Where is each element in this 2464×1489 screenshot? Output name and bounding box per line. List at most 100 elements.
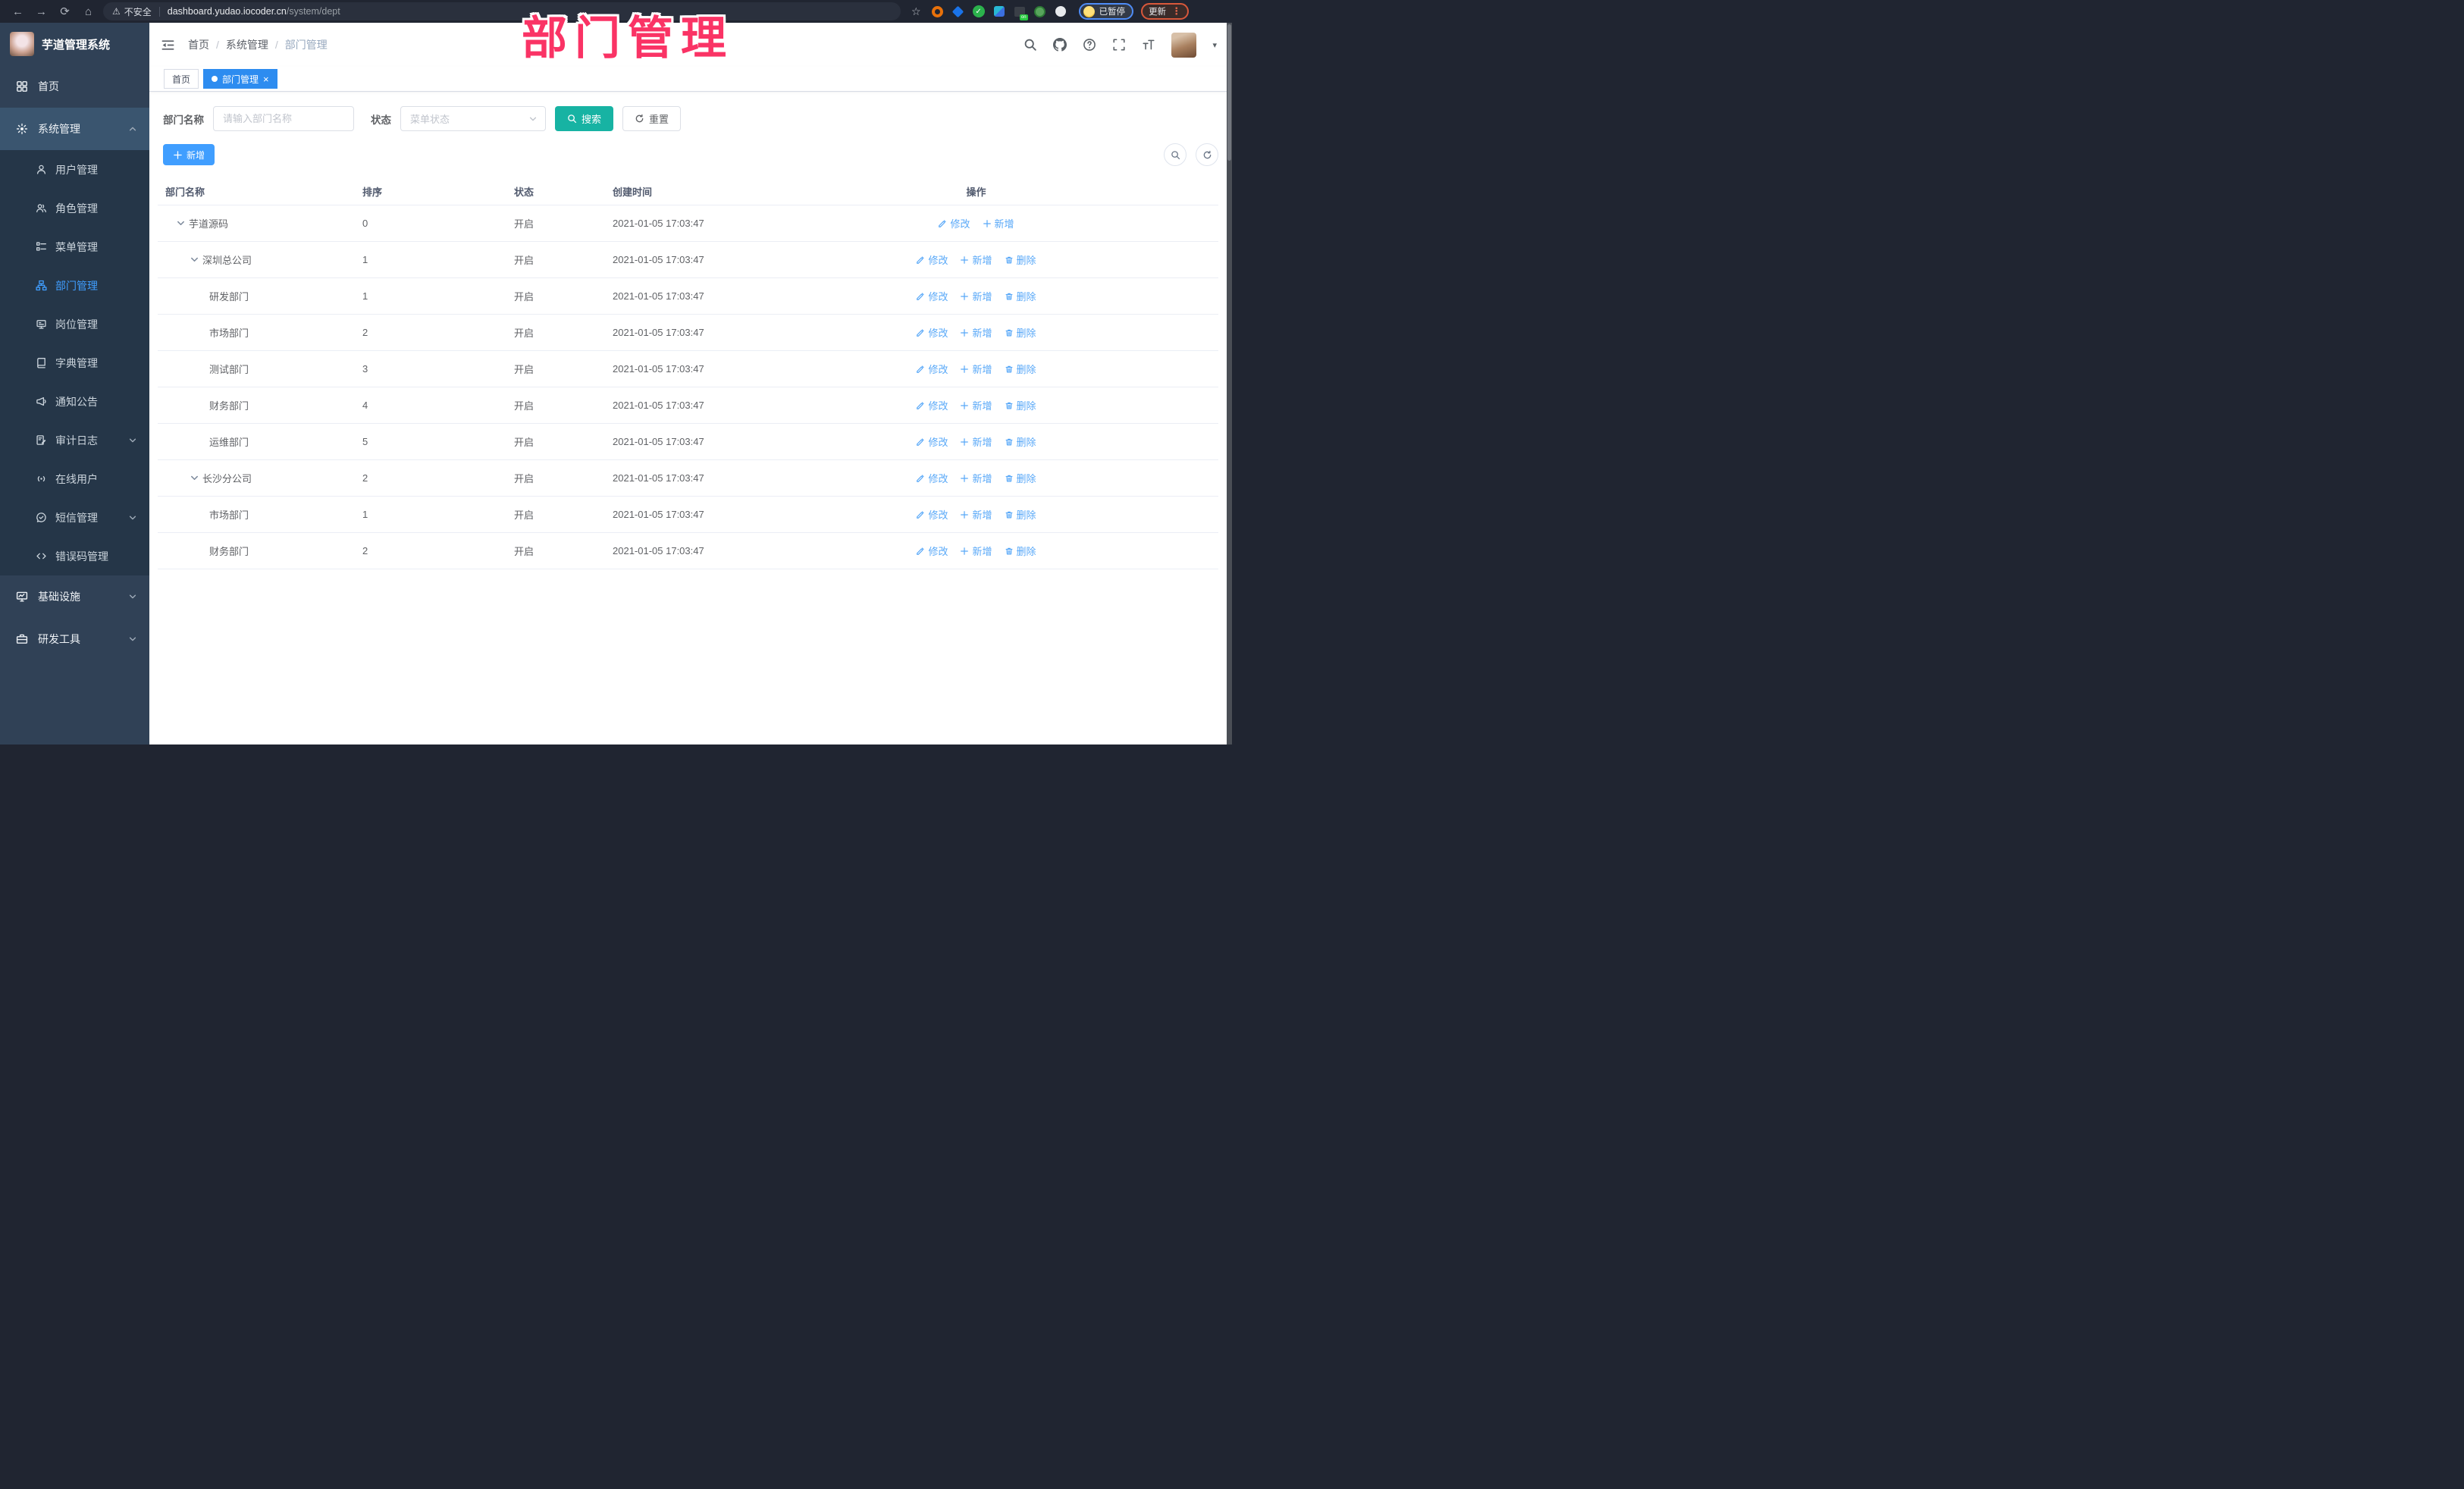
extension-icon[interactable]: [932, 5, 944, 17]
expand-chevron-icon[interactable]: [190, 255, 199, 265]
address-bar[interactable]: ⚠ 不安全 dashboard.yudao.iocoder.cn /system…: [103, 2, 901, 20]
fullscreen-icon[interactable]: [1112, 38, 1126, 52]
add-child-link[interactable]: 新增: [960, 252, 992, 267]
sidebar-item-dict[interactable]: 字典管理: [0, 343, 149, 382]
delete-link[interactable]: 删除: [1005, 252, 1036, 267]
chevron-down-icon: [528, 114, 538, 124]
search-icon[interactable]: [1024, 38, 1037, 52]
font-size-icon[interactable]: [1142, 38, 1155, 52]
delete-link[interactable]: 删除: [1005, 471, 1036, 485]
browser-profile[interactable]: 已暂停: [1078, 3, 1134, 20]
github-icon[interactable]: [1053, 38, 1067, 52]
edit-link[interactable]: 修改: [916, 289, 948, 303]
sidebar-item-roles[interactable]: 角色管理: [0, 189, 149, 227]
delete-link[interactable]: 删除: [1005, 434, 1036, 449]
delete-link[interactable]: 删除: [1005, 289, 1036, 303]
sidebar-item-error-codes[interactable]: 错误码管理: [0, 537, 149, 575]
caret-down-icon[interactable]: ▾: [1212, 40, 1217, 50]
edit-link[interactable]: 修改: [916, 471, 948, 485]
delete-link[interactable]: 删除: [1005, 507, 1036, 522]
sidebar-item-notice[interactable]: 通知公告: [0, 382, 149, 421]
breadcrumb-home[interactable]: 首页: [188, 37, 209, 52]
sidebar-item-home[interactable]: 首页: [0, 65, 149, 108]
reset-button[interactable]: 重置: [622, 106, 682, 131]
sidebar-item-system[interactable]: 系统管理: [0, 108, 149, 150]
home-icon[interactable]: ⌂: [77, 5, 100, 18]
forward-icon[interactable]: →: [30, 5, 53, 18]
menu-tree-icon: [36, 241, 47, 252]
sidebar-item-sms[interactable]: 短信管理: [0, 498, 149, 537]
page-content: 部门名称 状态 菜单状态 搜索 重置 新增: [149, 106, 1232, 569]
add-child-link[interactable]: 新增: [960, 362, 992, 376]
delete-link[interactable]: 删除: [1005, 398, 1036, 412]
back-icon[interactable]: ←: [6, 5, 30, 18]
user-avatar[interactable]: [1171, 32, 1197, 58]
add-child-link[interactable]: 新增: [983, 216, 1014, 230]
sidebar-item-online-users[interactable]: 在线用户: [0, 459, 149, 498]
help-icon[interactable]: [1083, 38, 1096, 52]
extension-icon[interactable]: ✓: [972, 5, 985, 17]
extension-icon[interactable]: on: [1014, 5, 1028, 20]
extension-icon[interactable]: [951, 5, 964, 17]
breadcrumb: 首页 / 系统管理 / 部门管理: [188, 37, 328, 52]
delete-link[interactable]: 删除: [1005, 362, 1036, 376]
dept-order: 5: [362, 436, 368, 447]
extension-icon[interactable]: [1055, 5, 1067, 17]
security-label[interactable]: 不安全: [124, 5, 152, 18]
window-scrollbar[interactable]: [1227, 23, 1232, 744]
edit-link[interactable]: 修改: [916, 434, 948, 449]
sidebar-item-audit-log[interactable]: 审计日志: [0, 421, 149, 459]
expand-chevron-icon[interactable]: [190, 473, 199, 483]
add-button[interactable]: 新增: [163, 144, 215, 165]
reload-icon[interactable]: ⟳: [53, 5, 77, 18]
add-child-link[interactable]: 新增: [960, 544, 992, 558]
edit-link[interactable]: 修改: [916, 362, 948, 376]
sidebar-item-users[interactable]: 用户管理: [0, 150, 149, 189]
edit-link[interactable]: 修改: [916, 507, 948, 522]
extension-icon[interactable]: [993, 5, 1005, 17]
update-button[interactable]: 更新 ⋮: [1141, 3, 1190, 20]
tab-departments[interactable]: 部门管理 ×: [203, 69, 277, 89]
extension-icon[interactable]: [1034, 5, 1046, 17]
menu-dots-icon[interactable]: ⋮: [1171, 5, 1181, 17]
edit-link[interactable]: 修改: [916, 325, 948, 340]
dept-created: 2021-01-05 17:03:47: [613, 290, 704, 302]
add-child-link[interactable]: 新增: [960, 434, 992, 449]
sidebar-item-departments[interactable]: 部门管理: [0, 266, 149, 305]
search-button[interactable]: 搜索: [555, 106, 614, 131]
delete-link[interactable]: 删除: [1005, 325, 1036, 340]
add-child-link[interactable]: 新增: [960, 325, 992, 340]
refresh-table-button[interactable]: [1196, 143, 1218, 166]
add-child-link[interactable]: 新增: [960, 398, 992, 412]
edit-link[interactable]: 修改: [916, 252, 948, 267]
expand-chevron-icon[interactable]: [176, 218, 186, 228]
sidebar-item-infrastructure[interactable]: 基础设施: [0, 575, 149, 618]
pencil-icon: [916, 365, 925, 374]
add-child-link[interactable]: 新增: [960, 507, 992, 522]
app-logo[interactable]: 芋道管理系统: [0, 23, 149, 65]
edit-link[interactable]: 修改: [916, 398, 948, 412]
plus-icon: [173, 150, 183, 160]
close-icon[interactable]: ×: [263, 74, 269, 84]
tab-home[interactable]: 首页: [164, 69, 199, 89]
hamburger-fold-icon[interactable]: [161, 38, 175, 52]
dept-created: 2021-01-05 17:03:47: [613, 400, 704, 411]
dept-status: 开启: [514, 437, 534, 448]
chevron-down-icon: [128, 513, 137, 522]
edit-link[interactable]: 修改: [916, 544, 948, 558]
add-child-link[interactable]: 新增: [960, 289, 992, 303]
trash-icon: [1005, 474, 1014, 483]
dept-name-input[interactable]: [213, 106, 354, 131]
bookmark-star-icon[interactable]: ☆: [911, 5, 921, 18]
add-child-link[interactable]: 新增: [960, 471, 992, 485]
delete-link[interactable]: 删除: [1005, 544, 1036, 558]
breadcrumb-system[interactable]: 系统管理: [226, 37, 268, 52]
sidebar-item-menus[interactable]: 菜单管理: [0, 227, 149, 266]
logo-title: 芋道管理系统: [42, 38, 111, 52]
edit-link[interactable]: 修改: [938, 216, 970, 230]
dept-status: 开启: [514, 473, 534, 484]
toggle-search-button[interactable]: [1164, 143, 1187, 166]
status-select[interactable]: 菜单状态: [400, 106, 546, 131]
sidebar-item-dev-tools[interactable]: 研发工具: [0, 618, 149, 660]
sidebar-item-posts[interactable]: 岗位管理: [0, 305, 149, 343]
